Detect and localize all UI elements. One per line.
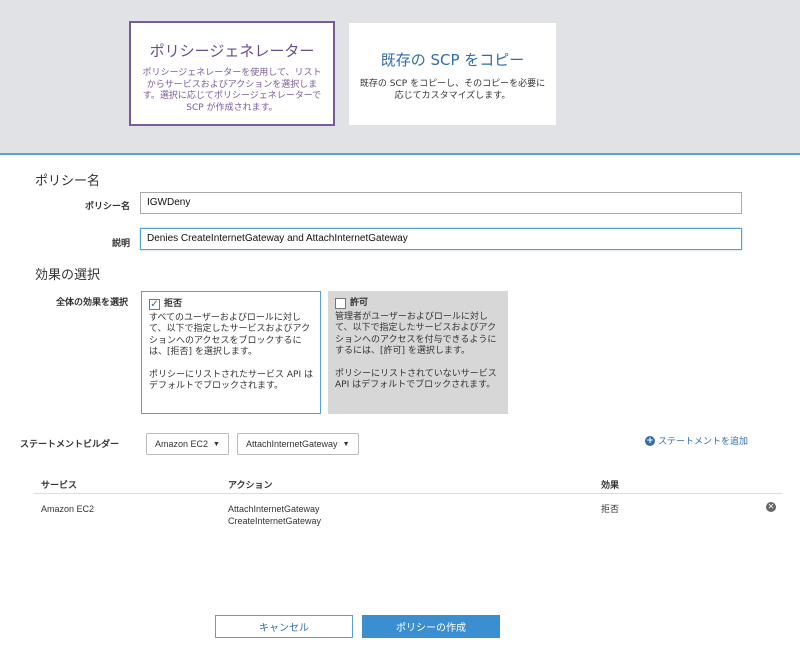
copy-scp-desc: 既存の SCP をコピーし、そのコピーを必要に応じてカスタマイズします。 [359, 79, 546, 101]
effect-section-title: 効果の選択 [35, 268, 101, 283]
check-icon: ✓ [150, 298, 159, 310]
deny-desc: すべてのユーザーおよびロールに対して、以下で指定したサービスおよびアクションへの… [149, 312, 311, 358]
allow-note: ポリシーにリストされていないサービス API はデフォルトでブロックされます。 [335, 368, 497, 391]
table-row-service: Amazon EC2 [41, 504, 95, 514]
effect-label: 全体の効果を選択 [55, 298, 128, 308]
table-row-action-1: AttachInternetGateway [228, 504, 320, 514]
deny-title: 拒否 [164, 299, 183, 309]
cancel-button[interactable]: キャンセル [215, 615, 353, 638]
action-dropdown[interactable]: AttachInternetGateway ▼ [237, 433, 359, 455]
service-dropdown[interactable]: Amazon EC2 ▼ [146, 433, 229, 455]
policy-generator-title: ポリシージェネレーター [149, 42, 315, 60]
policy-name-label: ポリシー名 [84, 202, 130, 212]
allow-desc: 管理者がユーザーおよびロールに対して、以下で指定したサービスおよびアクションへの… [335, 311, 497, 357]
allow-title: 許可 [350, 298, 369, 308]
table-row-action-2: CreateInternetGateway [228, 516, 322, 526]
deny-note: ポリシーにリストされたサービス API はデフォルトでブロックされます。 [149, 369, 313, 392]
table-row-effect: 拒否 [601, 504, 620, 514]
policy-name-section-title: ポリシー名 [35, 174, 101, 189]
deny-checkbox[interactable]: ✓ [149, 298, 160, 311]
table-header-service: サービス [41, 481, 78, 491]
table-row-actions: AttachInternetGateway CreateInternetGate… [228, 503, 321, 527]
policy-type-band: ポリシージェネレーター ポリシージェネレーターを使用して、リストからサービスおよ… [0, 0, 800, 155]
create-policy-button[interactable]: ポリシーの作成 [362, 615, 500, 638]
effect-allow-option[interactable]: 許可 管理者がユーザーおよびロールに対して、以下で指定したサービスおよびアクショ… [328, 291, 508, 414]
policy-name-input[interactable]: IGWDeny [140, 192, 742, 214]
close-circle-icon[interactable]: ✕ [766, 502, 776, 512]
add-statement-label: ステートメントを追加 [658, 437, 749, 447]
policy-description-input[interactable]: Denies CreateInternetGateway and AttachI… [140, 228, 742, 250]
policy-generator-desc: ポリシージェネレーターを使用して、リストからサービスおよびアクションを選択します… [142, 68, 322, 113]
plus-circle-icon: + [645, 435, 655, 446]
copy-scp-title: 既存の SCP をコピー [380, 51, 525, 69]
copy-scp-card[interactable]: 既存の SCP をコピー 既存の SCP をコピーし、そのコピーを必要に応じてカ… [349, 23, 556, 125]
action-dropdown-value: AttachInternetGateway [246, 439, 338, 449]
table-header-effect: 効果 [601, 481, 620, 491]
policy-description-label: 説明 [111, 239, 130, 249]
effect-deny-option[interactable]: ✓ 拒否 すべてのユーザーおよびロールに対して、以下で指定したサービスおよびアク… [141, 291, 321, 414]
add-statement-link[interactable]: + ステートメントを追加 [645, 434, 748, 447]
policy-generator-card[interactable]: ポリシージェネレーター ポリシージェネレーターを使用して、リストからサービスおよ… [129, 21, 335, 126]
table-header-action: アクション [228, 481, 273, 491]
chevron-down-icon: ▼ [213, 440, 220, 448]
chevron-down-icon: ▼ [342, 440, 350, 448]
statement-builder-label: ステートメントビルダー [20, 440, 120, 450]
table-divider [34, 493, 782, 494]
service-dropdown-value: Amazon EC2 [155, 439, 209, 449]
allow-checkbox[interactable] [335, 298, 346, 310]
